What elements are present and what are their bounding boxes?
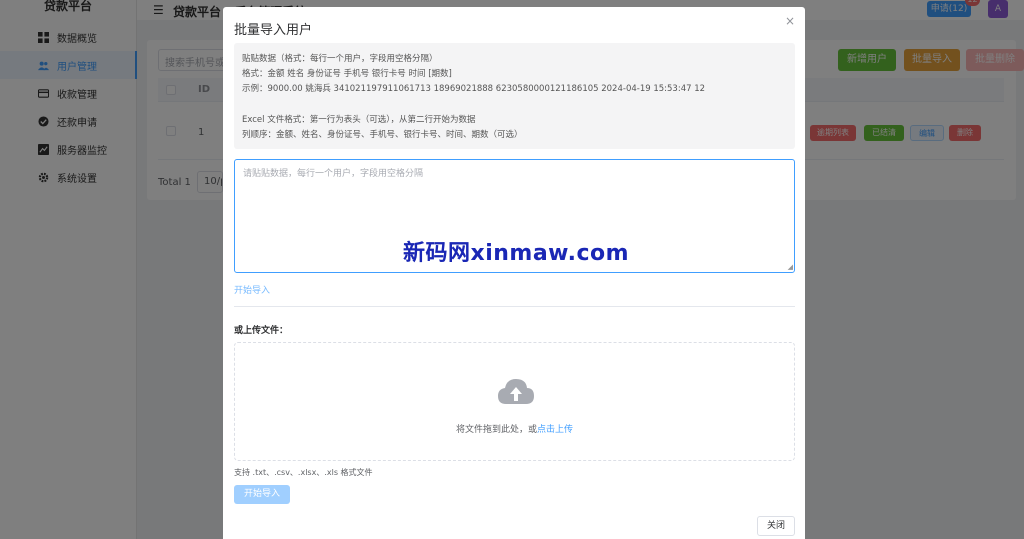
resize-handle-icon[interactable]: ◢ — [788, 263, 793, 271]
info-line: 格式：金额 姓名 身份证号 手机号 银行卡号 时间 [期数] — [242, 69, 452, 79]
divider — [234, 306, 795, 307]
file-format-tip: 支持 .txt、.csv、.xlsx、.xls 格式文件 — [234, 468, 373, 477]
close-button[interactable]: 关闭 — [757, 516, 795, 536]
watermark: 新码网xinmaw.com — [403, 241, 630, 266]
info-line: 贴贴数据（格式：每行一个用户，字段用空格分隔） — [242, 54, 438, 64]
file-drop-zone[interactable]: 将文件拖到此处，或点击上传 — [234, 342, 795, 461]
drop-hint-text: 将文件拖到此处，或 — [455, 425, 537, 435]
info-line: 示例：9000.00 姚海兵 341021197911061713 189690… — [242, 84, 706, 94]
cloud-upload-icon — [498, 379, 534, 404]
start-import-link[interactable]: 开始导入 — [234, 283, 270, 296]
dialog-title: 批量导入用户 — [234, 23, 313, 38]
close-icon[interactable]: × — [785, 14, 795, 28]
format-info-box: 贴贴数据（格式：每行一个用户，字段用空格分隔） 格式：金额 姓名 身份证号 手机… — [234, 43, 795, 149]
start-import-button[interactable]: 开始导入 — [234, 485, 290, 504]
info-line: Excel 文件格式：第一行为表头（可选），从第二行开始为数据 — [242, 115, 476, 125]
click-upload-link[interactable]: 点击上传 — [537, 425, 573, 435]
textarea-placeholder: 请贴贴数据，每行一个用户，字段用空格分隔 — [243, 169, 424, 179]
upload-label: 或上传文件： — [234, 326, 289, 336]
info-line: 列顺序：金额、姓名、身份证号、手机号、银行卡号、时间、期数（可选） — [242, 130, 523, 140]
batch-import-dialog: 批量导入用户 × 贴贴数据（格式：每行一个用户，字段用空格分隔） 格式：金额 姓… — [223, 7, 805, 539]
drop-hint: 将文件拖到此处，或点击上传 — [235, 422, 794, 435]
